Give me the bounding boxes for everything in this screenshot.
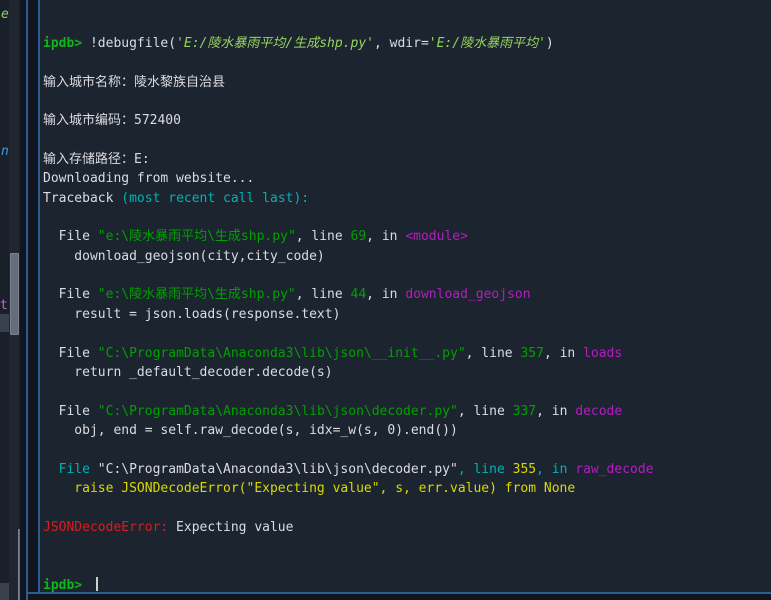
console-text: "C:\ProgramData\Anaconda3\lib\json\decod… <box>98 462 458 477</box>
console-line: JSONDecodeError: Expecting value <box>43 518 771 537</box>
console-text: decode <box>575 404 622 419</box>
console-line: 输入存储路径：E: <box>43 150 771 169</box>
console-text: , in <box>366 229 405 244</box>
console-text: File <box>43 346 98 361</box>
ipython-console-pane[interactable]: ipdb> !debugfile('E:/陵水暴雨平均/生成shp.py', w… <box>40 0 771 592</box>
console-line <box>43 324 771 343</box>
console-text: , line <box>296 287 351 302</box>
console-line: File "e:\陵水暴雨平均\生成shp.py", line 44, in d… <box>43 285 771 304</box>
console-text: File <box>43 404 98 419</box>
console-text: return _default_decoder.decode(s) <box>43 365 333 380</box>
console-text: obj, end = self.raw_decode(s, idx=_w(s, … <box>43 423 458 438</box>
console-text: , line <box>296 229 351 244</box>
console-text: "e:\陵水暴雨平均\生成shp.py" <box>98 287 296 302</box>
ipdb-prompt: ipdb> <box>43 578 90 592</box>
console-text: "C:\ProgramData\Anaconda3\lib\json\__ini… <box>98 346 466 361</box>
console-line <box>43 53 771 72</box>
console-text: 输入存储路径：E: <box>43 152 150 167</box>
console-text: File <box>43 287 98 302</box>
console-text: File <box>43 229 98 244</box>
console-line: obj, end = self.raw_decode(s, idx=_w(s, … <box>43 421 771 440</box>
console-text: download_geojson <box>405 287 530 302</box>
panel-border-line <box>27 592 771 594</box>
console-text: raw_decode <box>575 462 653 477</box>
console-text: (most recent call last): <box>121 191 309 206</box>
error-message: Expecting value <box>168 520 293 535</box>
panel-border-line <box>26 0 28 600</box>
pane-splitter[interactable] <box>20 0 40 600</box>
console-line: File "e:\陵水暴雨平均\生成shp.py", line 69, in <… <box>43 227 771 246</box>
editor-scrollbar-thumb[interactable] <box>10 253 19 335</box>
console-text: , wdir= <box>374 36 429 51</box>
console-text: 337 <box>513 404 536 419</box>
console-line: 输入城市名称：陵水黎族自治县 <box>43 73 771 92</box>
console-line <box>43 498 771 517</box>
console-line <box>43 382 771 401</box>
console-text: , line <box>458 462 513 477</box>
console-text: "C:\ProgramData\Anaconda3\lib\json\decod… <box>98 404 458 419</box>
console-text: raise JSONDecodeError("Expecting value",… <box>43 481 575 496</box>
console-line: result = json.loads(response.text) <box>43 305 771 324</box>
ipdb-prompt: ipdb> <box>43 36 90 51</box>
console-line: raise JSONDecodeError("Expecting value",… <box>43 479 771 498</box>
console-line: Traceback (most recent call last): <box>43 189 771 208</box>
console-text: , in <box>366 287 405 302</box>
console-line: download_geojson(city,city_code) <box>43 247 771 266</box>
console-text: !debugfile( <box>90 36 176 51</box>
console-text: 输入城市编码：572400 <box>43 113 181 128</box>
spyder-window: { "colors": { "prompt": "#10b51a", "whit… <box>0 0 771 600</box>
console-text: "e:\陵水暴雨平均\生成shp.py" <box>98 229 296 244</box>
console-line: ipdb> <box>43 576 771 592</box>
console-line: return _default_decoder.decode(s) <box>43 363 771 382</box>
console-text: result = json.loads(response.text) <box>43 307 340 322</box>
console-text: 44 <box>351 287 367 302</box>
console-text: 输入城市名称：陵水黎族自治县 <box>43 75 225 90</box>
console-output: ipdb> !debugfile('E:/陵水暴雨平均/生成shp.py', w… <box>40 0 771 592</box>
console-text: , in <box>536 404 575 419</box>
editor-code-fragment: n <box>1 143 9 161</box>
console-text: Traceback <box>43 191 121 206</box>
console-line <box>43 131 771 150</box>
console-line <box>43 92 771 111</box>
console-text: 69 <box>351 229 367 244</box>
console-text: ) <box>546 36 554 51</box>
console-line <box>43 556 771 575</box>
editor-scrollbar[interactable] <box>9 0 19 600</box>
console-line <box>43 537 771 556</box>
console-text: , line <box>466 346 521 361</box>
console-text: File <box>43 462 98 477</box>
console-line <box>43 208 771 227</box>
console-text: <module> <box>405 229 468 244</box>
console-text: 357 <box>520 346 543 361</box>
error-name: JSONDecodeError: <box>43 520 168 535</box>
console-text: download_geojson(city,city_code) <box>43 249 325 264</box>
console-line: 输入城市编码：572400 <box>43 111 771 130</box>
console-line <box>43 440 771 459</box>
console-text: , in <box>544 346 583 361</box>
console-line: Downloading from website... <box>43 169 771 188</box>
console-text: , in <box>536 462 575 477</box>
editor-code-fragment: t <box>0 297 8 315</box>
console-line: File "C:\ProgramData\Anaconda3\lib\json\… <box>43 402 771 421</box>
text-cursor <box>96 577 98 591</box>
console-line <box>43 266 771 285</box>
console-line: File "C:\ProgramData\Anaconda3\lib\json\… <box>43 344 771 363</box>
editor-code-fragment: e <box>1 6 9 24</box>
console-text: 'E:/陵水暴雨平均' <box>429 36 546 51</box>
console-text: 355 <box>513 462 536 477</box>
console-line: ipdb> !debugfile('E:/陵水暴雨平均/生成shp.py', w… <box>43 34 771 53</box>
console-text: loads <box>583 346 622 361</box>
console-line: File "C:\ProgramData\Anaconda3\lib\json\… <box>43 460 771 479</box>
console-text: , line <box>458 404 513 419</box>
console-text: Downloading from website... <box>43 171 254 186</box>
editor-selection-flag <box>0 314 9 332</box>
console-text: 'E:/陵水暴雨平均/生成shp.py' <box>176 36 374 51</box>
